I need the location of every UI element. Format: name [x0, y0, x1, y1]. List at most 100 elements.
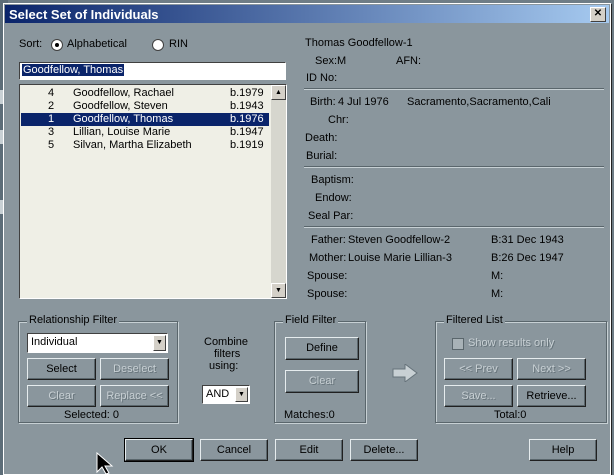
- list-item-birth: b.1979: [230, 87, 264, 99]
- matches-count: Matches:0: [284, 409, 335, 421]
- chevron-down-icon: ▼: [238, 391, 245, 398]
- mouse-cursor-icon: [96, 452, 114, 475]
- detail-afn: AFN:: [396, 55, 422, 67]
- edit-button[interactable]: Edit: [275, 439, 343, 461]
- combine-dropdown[interactable]: AND ▼: [202, 385, 250, 404]
- list-item-name: Goodfellow, Steven: [73, 100, 168, 112]
- detail-name: Thomas Goodfellow-1: [305, 37, 413, 49]
- list-item-name: Goodfellow, Rachael: [73, 87, 174, 99]
- save-button[interactable]: Save...: [444, 385, 513, 407]
- relationship-dropdown-value: Individual: [31, 336, 78, 348]
- list-item-rin: 1: [48, 113, 55, 125]
- list-item-rin: 2: [48, 100, 55, 112]
- list-item-rin: 5: [48, 139, 55, 151]
- show-results-checkbox[interactable]: [452, 338, 464, 350]
- close-icon: ✕: [593, 8, 603, 19]
- select-button[interactable]: Select: [27, 358, 96, 380]
- field-clear-button[interactable]: Clear: [285, 370, 359, 393]
- list-item-selected[interactable]: 1 Goodfellow, Thomas b.1976: [21, 113, 269, 126]
- radio-alphabetical[interactable]: [51, 39, 63, 51]
- father-birth: B:31 Dec 1943: [491, 234, 564, 246]
- individuals-list[interactable]: 4 Goodfellow, Rachael b.1979 2 Goodfellow, …: [19, 84, 287, 299]
- combine-dropdown-value: AND: [206, 388, 230, 400]
- dialog-window: Select Set of Individuals ✕ Sort: Alphab…: [3, 3, 611, 475]
- list-item[interactable]: 2 Goodfellow, Steven b.1943: [21, 100, 269, 113]
- scroll-down-button[interactable]: ▼: [271, 283, 286, 298]
- dialog-title: Select Set of Individuals: [9, 7, 159, 22]
- using-label: using:: [209, 360, 239, 372]
- scroll-up-button[interactable]: ▲: [271, 85, 286, 100]
- mother-name: Louise Marie Lillian-3: [348, 252, 452, 264]
- show-results-label: Show results only: [468, 337, 555, 349]
- burial-label: Burial:: [306, 150, 338, 162]
- relationship-dropdown[interactable]: Individual ▼: [27, 333, 168, 353]
- help-button[interactable]: Help: [529, 439, 597, 461]
- radio-rin[interactable]: [152, 39, 164, 51]
- sort-label: Sort:: [19, 38, 43, 50]
- filtered-list-caption: Filtered List: [444, 314, 505, 326]
- dropdown-button[interactable]: ▼: [235, 387, 248, 402]
- list-item-birth: b.1947: [230, 126, 264, 138]
- divider: [304, 88, 604, 90]
- dropdown-button[interactable]: ▼: [153, 335, 166, 351]
- birth-date: 4 Jul 1976: [338, 96, 389, 108]
- detail-idno: ID No:: [306, 72, 338, 84]
- arrow-down-icon: ▼: [275, 287, 282, 294]
- chevron-down-icon: ▼: [156, 339, 163, 346]
- deselect-button[interactable]: Deselect: [100, 358, 169, 380]
- filters-label: filters: [214, 348, 241, 360]
- list-item-name: Lillian, Louise Marie: [73, 126, 171, 138]
- field-filter-caption: Field Filter: [283, 314, 339, 326]
- death-label: Death:: [305, 132, 338, 144]
- list-item-rin: 3: [48, 126, 55, 138]
- list-item[interactable]: 4 Goodfellow, Rachael b.1979: [21, 87, 269, 100]
- define-button[interactable]: Define: [285, 337, 359, 360]
- rel-clear-button[interactable]: Clear: [27, 385, 96, 407]
- search-input-value: Goodfellow, Thomas: [22, 64, 125, 76]
- combine-label: Combine: [204, 336, 249, 348]
- delete-button[interactable]: Delete...: [350, 439, 418, 461]
- chr-label: Chr:: [328, 114, 349, 126]
- list-item[interactable]: 5 Silvan, Martha Elizabeth b.1919: [21, 139, 269, 152]
- retrieve-button[interactable]: Retrieve...: [517, 385, 586, 407]
- list-item-birth: b.1943: [230, 100, 264, 112]
- radio-rin-label: RIN: [169, 38, 188, 50]
- endow-label: Endow:: [315, 192, 352, 204]
- spouse1-married: M:: [491, 270, 504, 282]
- selected-count: Selected: 0: [64, 409, 120, 421]
- list-item[interactable]: 3 Lillian, Louise Marie b.1947: [21, 126, 269, 139]
- close-button[interactable]: ✕: [590, 7, 606, 22]
- birth-label: Birth:: [310, 96, 336, 108]
- arrow-up-icon: ▲: [275, 89, 282, 96]
- cancel-button[interactable]: Cancel: [200, 439, 268, 461]
- spouse1-label: Spouse:: [307, 270, 348, 282]
- birth-place: Sacramento,Sacramento,Cali: [407, 96, 551, 108]
- spouse2-label: Spouse:: [307, 288, 348, 300]
- father-label: Father:: [311, 234, 346, 246]
- list-item-birth: b.1919: [230, 139, 264, 151]
- list-item-name: Silvan, Martha Elizabeth: [73, 139, 192, 151]
- divider: [304, 226, 604, 228]
- prev-button[interactable]: << Prev: [444, 358, 513, 380]
- list-item-rin: 4: [48, 87, 55, 99]
- ok-button[interactable]: OK: [124, 438, 194, 462]
- radio-alphabetical-label: Alphabetical: [67, 38, 127, 50]
- mother-birth: B:26 Dec 1947: [491, 252, 564, 264]
- list-item-name: Goodfellow, Thomas: [73, 113, 174, 125]
- detail-sex: Sex:M: [315, 55, 347, 67]
- list-item-birth: b.1976: [230, 113, 264, 125]
- next-button[interactable]: Next >>: [517, 358, 586, 380]
- search-input[interactable]: Goodfellow, Thomas: [19, 62, 286, 80]
- relationship-filter-caption: Relationship Filter: [27, 314, 120, 326]
- arrow-right-icon: [392, 364, 418, 382]
- divider: [304, 166, 604, 168]
- sealpar-label: Seal Par:: [308, 210, 354, 222]
- replace-button[interactable]: Replace <<: [100, 385, 169, 407]
- father-name: Steven Goodfellow-2: [348, 234, 451, 246]
- mother-label: Mother:: [309, 252, 347, 264]
- spouse2-married: M:: [491, 288, 504, 300]
- baptism-label: Baptism:: [311, 174, 354, 186]
- total-count: Total:0: [494, 409, 527, 421]
- list-scrollbar[interactable]: ▲ ▼: [271, 85, 286, 298]
- title-bar: Select Set of Individuals ✕: [5, 5, 609, 23]
